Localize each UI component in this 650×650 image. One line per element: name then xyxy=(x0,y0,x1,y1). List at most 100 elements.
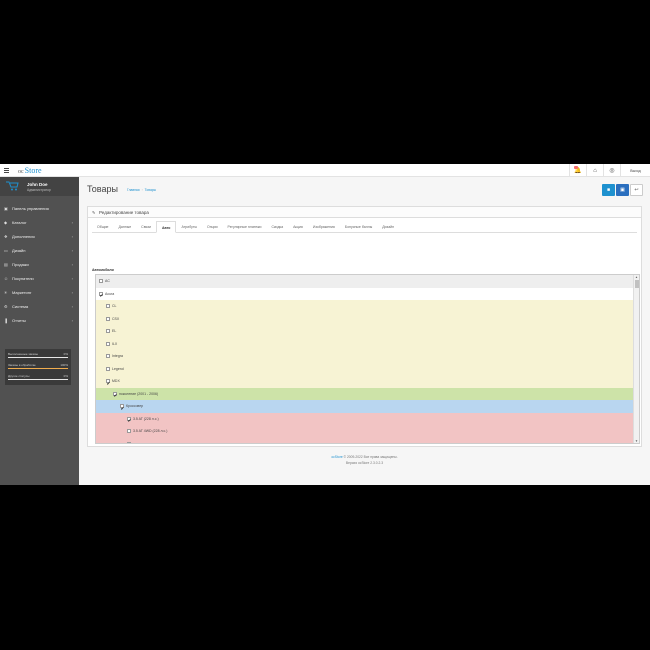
tree-checkbox[interactable] xyxy=(113,390,117,403)
breadcrumb-home[interactable]: Главная xyxy=(127,188,140,192)
tree-row-label: CL xyxy=(112,304,117,308)
stat-row[interactable]: Выполненные заказы 0% xyxy=(8,351,68,362)
tree-checkbox[interactable] xyxy=(120,403,124,415)
lifebuoy-icon: ◎ xyxy=(609,168,615,174)
vehicle-tree[interactable]: AC Acura CL CSX EL ILX Integra Legend MDX поколен… xyxy=(95,274,640,444)
edit-panel: ✎ Редактирование товара Общие Данные Связи… xyxy=(87,206,642,447)
tree-checkbox[interactable] xyxy=(99,279,103,283)
tab-4[interactable]: Атрибуты xyxy=(176,221,202,233)
tree-row-label: Integra xyxy=(112,354,123,358)
tree-row-label: Acura xyxy=(105,291,115,296)
top-header: ocStore 🔔 ⌂ ◎ Выход xyxy=(0,164,650,177)
tree-checkbox[interactable] xyxy=(99,290,103,303)
sidebar-item-4[interactable]: ▤ Продажи › xyxy=(0,258,79,272)
sidebar-item-6[interactable]: ✳ Маркетинг › xyxy=(0,286,79,300)
tree-row[interactable]: 3.5 AT 4WD (228 л.с.) xyxy=(96,425,634,438)
user-profile[interactable]: John Doe Администратор xyxy=(0,177,79,196)
notifications-button[interactable]: 🔔 xyxy=(569,164,586,177)
page-title: Товары xyxy=(87,184,118,194)
tree-row[interactable]: CSX xyxy=(96,312,634,325)
tree-checkbox[interactable] xyxy=(106,316,110,321)
sidebar-item-label: Маркетинг xyxy=(12,290,32,295)
tree-row[interactable]: EL xyxy=(96,325,634,338)
stat-percent: 0% xyxy=(63,374,68,378)
tree-checkbox[interactable] xyxy=(106,304,110,308)
tree-row[interactable]: AC xyxy=(96,275,634,288)
scroll-thumb[interactable] xyxy=(635,280,639,288)
tab-8[interactable]: Акция xyxy=(288,221,308,233)
tab-0[interactable]: Общие xyxy=(92,221,114,233)
tree-row[interactable]: Acura xyxy=(96,287,634,303)
sidebar-item-8[interactable]: ▐ Отчеты › xyxy=(0,314,79,328)
tree-row[interactable]: ILX xyxy=(96,337,634,350)
tree-scrollbar[interactable]: ▲ ▼ xyxy=(633,275,639,443)
chevron-right-icon: › xyxy=(71,262,73,267)
save-and-stay-button[interactable]: ▣ xyxy=(616,184,629,196)
tree-row[interactable]: CL xyxy=(96,300,634,313)
stat-percent: 0% xyxy=(63,352,68,356)
tab-3[interactable]: Авто xyxy=(155,221,177,233)
tree-row[interactable]: Кроссовер xyxy=(96,400,634,415)
logout-button[interactable]: Выход xyxy=(620,164,650,177)
tree-checkbox[interactable] xyxy=(127,415,131,428)
tree-checkbox[interactable] xyxy=(106,341,110,346)
stat-row[interactable]: Заказы в обработке 100% xyxy=(8,362,68,373)
sidebar-item-3[interactable]: ▭ Дизайн › xyxy=(0,244,79,258)
back-button[interactable]: ↩ xyxy=(630,184,643,196)
dashboard-icon: ▣ xyxy=(4,206,8,211)
tree-checkbox[interactable] xyxy=(127,429,131,433)
tree-row[interactable]: MDX xyxy=(96,375,634,390)
tree-row[interactable] xyxy=(96,437,634,443)
tree-checkbox[interactable] xyxy=(106,329,110,333)
tree-row[interactable]: поколение (2001 - 2006) xyxy=(96,387,634,403)
tab-11[interactable]: Дизайн xyxy=(377,221,399,233)
tab-9[interactable]: Изображения xyxy=(308,221,340,233)
logo[interactable]: ocStore xyxy=(18,166,42,177)
stat-percent: 100% xyxy=(60,363,68,367)
chevron-right-icon: › xyxy=(71,248,73,253)
home-button[interactable]: ⌂ xyxy=(586,164,603,177)
tab-5[interactable]: Опции xyxy=(202,221,223,233)
home-icon: ⌂ xyxy=(593,167,597,174)
sidebar-item-0[interactable]: ▣ Панель управления xyxy=(0,202,79,216)
tree-checkbox[interactable] xyxy=(106,366,110,371)
tab-2[interactable]: Связи xyxy=(136,221,156,233)
panel-header: ✎ Редактирование товара xyxy=(88,207,641,218)
sidebar-item-1[interactable]: ◆ Каталог › xyxy=(0,216,79,230)
menu-toggle-icon[interactable] xyxy=(4,168,9,173)
sidebar-item-2[interactable]: ❖ Дополнения › xyxy=(0,230,79,244)
tab-6[interactable]: Регулярные платежи xyxy=(223,221,267,233)
sidebar: John Doe Администратор ▣ Панель управлени… xyxy=(0,177,79,485)
help-button[interactable]: ◎ xyxy=(603,164,620,177)
sidebar-item-5[interactable]: ☺ Покупатели › xyxy=(0,272,79,286)
sidebar-item-7[interactable]: ⚙ Система › xyxy=(0,300,79,314)
save-button[interactable]: ■ xyxy=(602,184,615,196)
stat-row[interactable]: Другие статусы 0% xyxy=(8,373,68,384)
tree-checkbox[interactable] xyxy=(106,354,110,358)
stat-label: Заказы в обработке xyxy=(8,363,36,367)
chevron-right-icon: › xyxy=(71,220,73,225)
stat-label: Выполненные заказы xyxy=(8,352,39,356)
gear-icon: ⚙ xyxy=(4,304,8,309)
tree-row[interactable]: 3.5 AT (228 л.с.) xyxy=(96,412,634,428)
tree-checkbox[interactable] xyxy=(127,441,131,443)
tree-row-label: поколение (2001 - 2006) xyxy=(119,391,159,396)
stat-progress-fill xyxy=(8,368,68,369)
tree-row-label: 3.5 AT 4WD (228 л.с.) xyxy=(133,429,168,433)
user-role: Администратор xyxy=(27,188,51,192)
footer-brand-link[interactable]: ocStore xyxy=(331,455,342,459)
tree-row-label: EL xyxy=(112,329,117,333)
tree-checkbox[interactable] xyxy=(106,378,110,390)
scroll-down-icon[interactable]: ▼ xyxy=(635,439,638,443)
breadcrumb-current[interactable]: Товары xyxy=(145,188,156,192)
sidebar-item-label: Дизайн xyxy=(12,248,26,253)
order-stats: Выполненные заказы 0% Заказы в обработке 10… xyxy=(5,349,71,385)
chevron-right-icon: › xyxy=(71,234,73,239)
tab-1[interactable]: Данные xyxy=(114,221,137,233)
reply-icon: ↩ xyxy=(634,187,639,193)
tree-row[interactable]: Integra xyxy=(96,350,634,363)
scroll-up-icon[interactable]: ▲ xyxy=(635,275,638,279)
tree-row[interactable]: Legend xyxy=(96,362,634,375)
tab-7[interactable]: Скидка xyxy=(266,221,288,233)
tab-10[interactable]: Бонусные баллы xyxy=(340,221,377,233)
